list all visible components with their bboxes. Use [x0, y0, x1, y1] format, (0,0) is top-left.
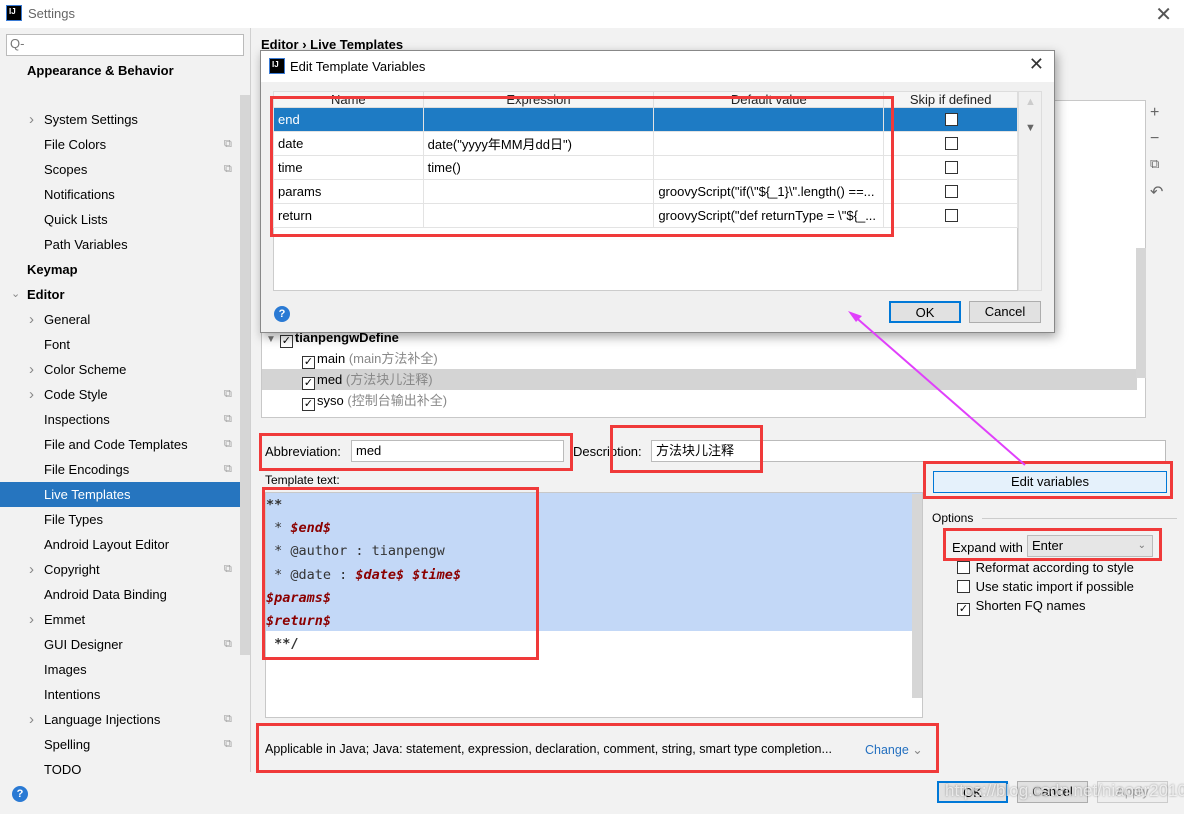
annotation-arrow — [848, 311, 1026, 466]
watermark: https://blog.csdn.net/niaoer2010 — [945, 781, 1184, 800]
sidebar-item-appearance-behavior[interactable]: Appearance & Behavior — [0, 60, 240, 80]
sidebar-item-label: Appearance & Behavior — [27, 63, 174, 78]
